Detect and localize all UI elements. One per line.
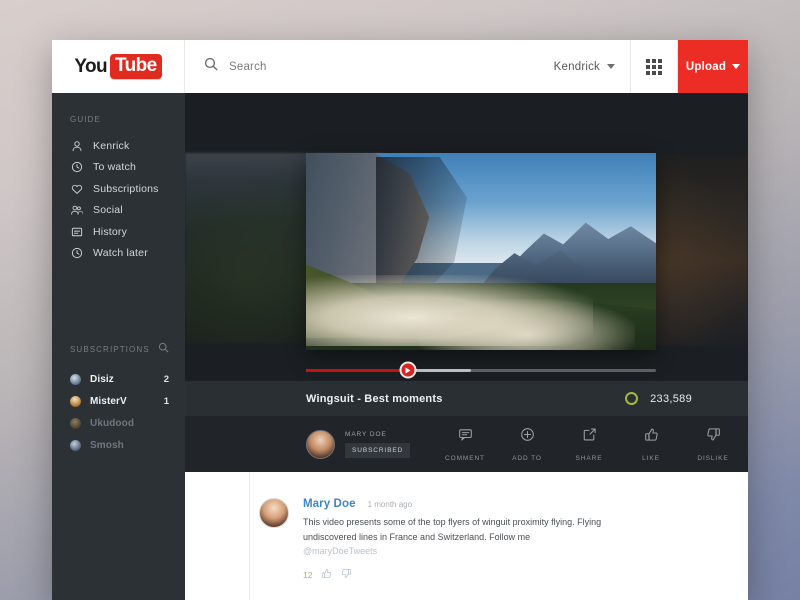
search-bar[interactable] [185,40,539,93]
upload-button[interactable]: Upload [678,40,748,93]
search-input[interactable] [229,61,489,73]
youtube-logo[interactable]: You Tube [52,40,185,93]
plus-circle-icon [520,427,535,447]
avatar [70,396,81,407]
app-header: You Tube Kendrick Upload [52,40,748,93]
comments-panel: Mary Doe 1 month ago This video presents… [185,472,748,600]
comment-author[interactable]: Mary Doe [303,498,356,510]
thumbs-down-icon[interactable] [341,566,352,584]
account-menu[interactable]: Kendrick [539,40,631,93]
avatar [306,430,335,459]
video-title-bar: Wingsuit - Best moments 233,589 [185,381,748,416]
account-name: Kendrick [554,61,600,73]
avatar [70,374,81,385]
like-button[interactable]: LIKE [620,427,682,462]
yosemite-valley-photo [306,153,656,350]
youtube-app-window: You Tube Kendrick Upload [52,40,748,600]
subscription-count: 2 [164,374,169,385]
avatar [70,440,81,451]
view-count: 233,589 [650,393,692,405]
action-label: LIKE [642,455,660,462]
apps-grid-button[interactable] [631,40,678,93]
channel-name: MARY DOE [345,431,410,438]
comment-mention[interactable]: @maryDoeTweets [303,546,377,556]
people-icon [70,204,83,217]
sidebar-item-history[interactable]: History [52,221,185,243]
comment-like-count: 12 [303,570,312,580]
channel-block[interactable]: MARY DOE SUBSCRIBED [306,430,434,459]
comment-text: This video presents some of the top flye… [303,517,601,542]
share-icon [582,427,597,447]
sidebar-item-to-watch[interactable]: To watch [52,157,185,179]
clock-icon [70,161,83,174]
comment-actions: 12 [303,566,688,584]
sidebar-item-label: To watch [93,161,136,173]
grid-apps-icon [646,59,662,75]
subscriptions-label: SUBSCRIPTIONS [70,345,150,354]
subscriptions-header: SUBSCRIPTIONS [52,340,185,358]
sidebar-guide-label: GUIDE [52,93,185,135]
subscription-name: Disiz [90,374,164,385]
chevron-down-icon [607,64,615,69]
play-icon[interactable] [401,364,414,377]
sidebar-item-label: Watch later [93,247,148,259]
action-label: ADD TO [512,455,542,462]
video-player[interactable] [306,153,656,350]
progress-played [306,369,408,372]
page-title: Wingsuit - Best moments [306,393,443,405]
subscription-item-disiz[interactable]: Disiz 2 [52,368,185,390]
clock-icon [70,247,83,260]
sidebar-item-label: Social [93,204,123,216]
sidebar: GUIDE Kenrick To watch Su [52,93,185,600]
chevron-down-icon [732,64,740,69]
subscription-name: Ukudood [90,418,169,429]
share-button[interactable]: SHARE [558,427,620,462]
comment-item: Mary Doe 1 month ago This video presents… [185,498,748,584]
video-stage: Wingsuit - Best moments 233,589 MARY DOE… [185,93,748,600]
action-label: COMMENT [445,455,485,462]
search-icon[interactable] [158,340,169,358]
comment-text-wrap: This video presents some of the top flye… [303,515,603,559]
thumbs-up-icon [644,427,659,447]
logo-you-text: You [74,56,107,78]
action-label: DISLIKE [697,455,728,462]
subscription-name: MisterV [90,396,164,407]
sidebar-item-social[interactable]: Social [52,200,185,222]
subscribed-button[interactable]: SUBSCRIBED [345,443,410,458]
thumbs-down-icon [706,427,721,447]
subscription-count: 1 [164,396,169,407]
avatar [70,418,81,429]
sidebar-item-kenrick[interactable]: Kenrick [52,135,185,157]
add-to-button[interactable]: ADD TO [496,427,558,462]
comment-button[interactable]: COMMENT [434,427,496,462]
dislike-button[interactable]: DISLIKE [682,427,744,462]
avatar[interactable] [259,498,289,528]
subscription-item-ukudood[interactable]: Ukudood [52,412,185,434]
action-label: SHARE [576,455,603,462]
view-count-group: 233,589 [625,392,692,405]
sidebar-item-label: Kenrick [93,140,129,152]
thumbs-up-icon[interactable] [321,566,332,584]
monitor-icon [70,225,83,238]
sidebar-item-subscriptions[interactable]: Subscriptions [52,178,185,200]
sidebar-item-watch-later[interactable]: Watch later [52,243,185,265]
sidebar-item-label: Subscriptions [93,183,159,195]
heart-icon [70,182,83,195]
subscription-item-smosh[interactable]: Smosh [52,434,185,456]
progress-track[interactable] [306,369,656,372]
views-ring-icon [625,392,638,405]
sidebar-item-label: History [93,226,127,238]
comment-icon [458,427,473,447]
search-icon [204,57,218,76]
subscriptions-list: Disiz 2 MisterV 1 Ukudood Smosh [52,368,185,456]
comment-timestamp: 1 month ago [368,500,412,509]
video-progress-bar[interactable] [306,359,656,381]
upload-button-label: Upload [686,61,726,73]
video-action-bar: MARY DOE SUBSCRIBED COMMENT [185,416,748,472]
subscription-item-misterv[interactable]: MisterV 1 [52,390,185,412]
user-icon [70,139,83,152]
logo-tube-text: Tube [110,54,162,79]
subscription-name: Smosh [90,440,169,451]
